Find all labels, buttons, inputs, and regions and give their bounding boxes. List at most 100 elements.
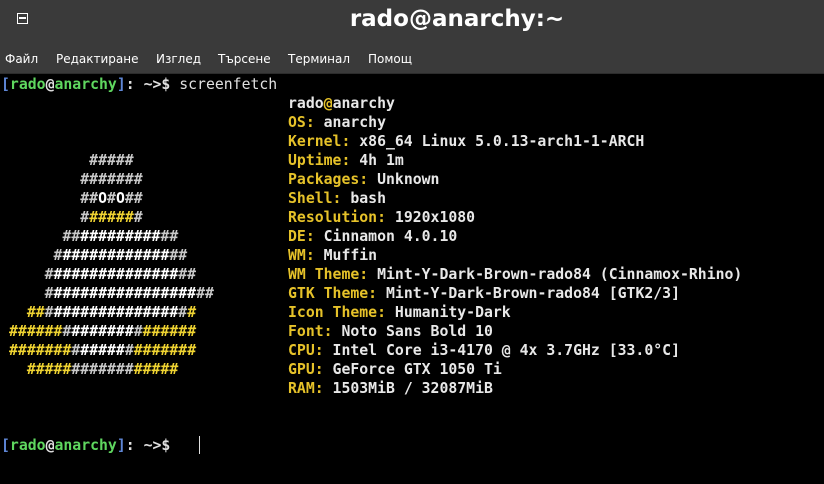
logo-segment: # <box>9 247 63 264</box>
prompt-bracket-close: ] <box>116 437 126 454</box>
logo-segment: ######### <box>80 228 161 245</box>
logo-segment: ## <box>124 190 143 207</box>
info-row: Icon Theme: Humanity-Dark <box>288 303 511 322</box>
menu-terminal[interactable]: Терминал <box>288 52 350 66</box>
info-label: Uptime: <box>288 152 351 169</box>
logo-segment: ##### <box>9 361 72 378</box>
prompt-user: rado <box>9 76 46 93</box>
logo-segment: ####### <box>9 342 72 359</box>
menu-bar: Файл Редактиране Изглед Търсене Терминал… <box>0 44 824 74</box>
logo-segment: ## <box>196 285 214 302</box>
info-value: Mint-Y-Dark-Brown-rado84 (Cinnamox-Rhino… <box>368 266 743 283</box>
logo-segment: ############ <box>62 247 170 264</box>
userhost-host: anarchy <box>332 95 395 112</box>
logo-segment: ####### <box>71 361 134 378</box>
logo-segment: ## <box>178 266 197 283</box>
logo-segment: ####### <box>9 171 143 188</box>
logo-segment: # <box>44 304 54 321</box>
info-value: 4h 1m <box>350 152 404 169</box>
logo-line: ##################### <box>9 341 196 360</box>
userhost-at: @ <box>323 95 333 112</box>
logo-line: ####### <box>9 208 142 227</box>
info-value: Humanity-Dark <box>386 304 511 321</box>
userhost-user: rado <box>288 95 324 112</box>
logo-segment: ############## <box>53 266 179 283</box>
info-value: Cinnamon 4.0.10 <box>314 228 458 245</box>
prompt-path: : ~>$ <box>125 437 180 454</box>
prompt-line-2: [rado@anarchy]: ~>$ <box>1 436 179 455</box>
logo-segment: ############## <box>53 304 179 321</box>
prompt-bracket-open: [ <box>1 437 10 454</box>
logo-segment: ###### <box>9 323 63 340</box>
logo-segment: # <box>107 190 116 207</box>
info-value: x86_64 Linux 5.0.13-arch1-1-ARCH <box>350 133 645 150</box>
logo-line: ############### <box>9 246 188 265</box>
logo-segment: ## <box>169 247 188 264</box>
logo-segment: ##### <box>9 152 134 169</box>
info-value: 1503MiB / 32087MiB <box>323 380 493 397</box>
logo-segment: # <box>187 304 197 321</box>
info-label: Packages: <box>288 171 369 188</box>
prompt-path: : ~>$ <box>125 76 180 93</box>
menu-file[interactable]: Файл <box>5 52 38 66</box>
info-row: RAM: 1503MiB / 32087MiB <box>288 379 493 398</box>
info-row: Resolution: 1920x1080 <box>288 208 475 227</box>
info-label: GTK Theme: <box>288 285 378 302</box>
info-userhost: rado@anarchy <box>288 94 395 113</box>
logo-segment: ####### <box>71 323 134 340</box>
text-cursor <box>199 436 200 454</box>
logo-line: ##### <box>9 151 134 170</box>
command-text: screenfetch <box>179 76 278 93</box>
info-label: WM: <box>288 247 315 264</box>
logo-segment: # <box>9 266 54 283</box>
logo-segment: # <box>133 323 143 340</box>
logo-segment: ##### <box>80 342 125 359</box>
title-bar: rado@anarchy:~ <box>0 0 824 44</box>
logo-line: ####### <box>9 170 143 189</box>
info-label: Font: <box>288 323 333 340</box>
info-label: GPU: <box>288 361 324 378</box>
window-title: rado@anarchy:~ <box>349 6 565 32</box>
info-row: CPU: Intel Core i3-4170 @ 4x 3.7GHz [33.… <box>288 341 680 360</box>
logo-line: ################# <box>9 265 196 284</box>
logo-line: ################### <box>9 303 196 322</box>
logo-segment: ##### <box>133 361 179 378</box>
info-row: GPU: GeForce GTX 1050 Ti <box>288 360 502 379</box>
menu-edit[interactable]: Редактиране <box>56 52 139 66</box>
logo-segment: # <box>9 209 90 226</box>
logo-segment: # <box>124 342 134 359</box>
prompt-bracket-close: ] <box>116 76 126 93</box>
menu-search[interactable]: Търсене <box>218 52 271 66</box>
info-label: WM Theme: <box>288 266 369 283</box>
logo-segment: O <box>115 190 125 207</box>
info-value: GeForce GTX 1050 Ti <box>323 361 502 378</box>
info-value: Unknown <box>368 171 440 188</box>
info-row: WM Theme: Mint-Y-Dark-Brown-rado84 (Cinn… <box>288 265 742 284</box>
info-label: OS: <box>288 114 315 131</box>
info-row: Shell: bash <box>288 189 386 208</box>
prompt-host: anarchy <box>54 437 117 454</box>
prompt-user: rado <box>9 437 46 454</box>
terminal-output[interactable]: [rado@anarchy]: ~>$ screenfetch rado@ana… <box>0 74 824 484</box>
menu-view[interactable]: Изглед <box>156 52 201 66</box>
info-row: Font: Noto Sans Bold 10 <box>288 322 493 341</box>
prompt-line-1: [rado@anarchy]: ~>$ screenfetch <box>1 75 277 94</box>
info-value: anarchy <box>314 114 387 131</box>
logo-segment: ###### <box>142 323 197 340</box>
info-value: Mint-Y-Dark-Brown-rado84 [GTK2/3] <box>377 285 680 302</box>
info-label: RAM: <box>288 380 324 397</box>
info-value: 1920x1080 <box>386 209 476 226</box>
logo-line: ##################### <box>9 322 196 341</box>
info-label: CPU: <box>288 342 324 359</box>
logo-segment: # <box>178 304 188 321</box>
prompt-bracket-open: [ <box>1 76 10 93</box>
info-row: DE: Cinnamon 4.0.10 <box>288 227 457 246</box>
info-row: GTK Theme: Mint-Y-Dark-Brown-rado84 [GTK… <box>288 284 680 303</box>
menu-help[interactable]: Помощ <box>368 52 412 66</box>
logo-segment: ##### <box>89 209 134 226</box>
logo-segment: O <box>98 190 108 207</box>
logo-segment: ## <box>9 304 45 321</box>
info-row: Packages: Unknown <box>288 170 439 189</box>
info-label: DE: <box>288 228 315 245</box>
info-value: bash <box>341 190 386 207</box>
